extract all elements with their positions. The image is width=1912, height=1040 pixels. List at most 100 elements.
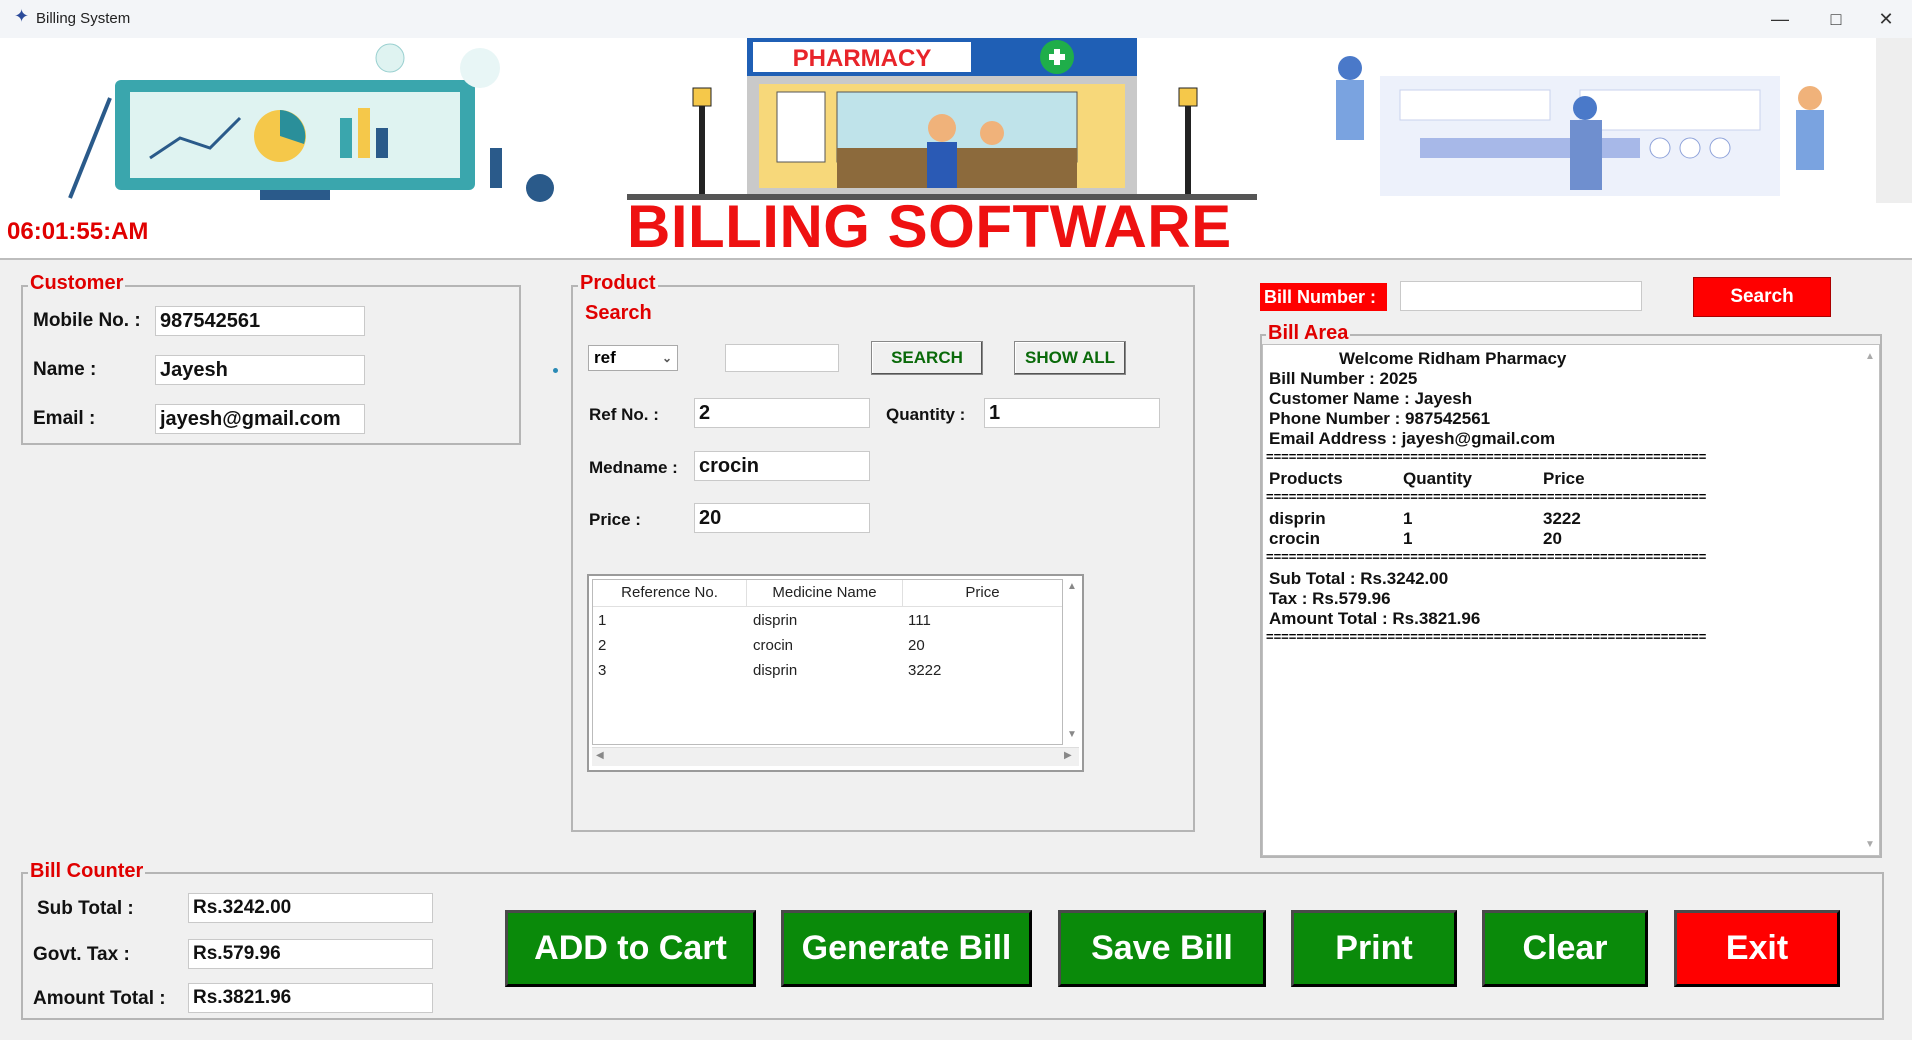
- bill-area-legend: Bill Area: [1266, 322, 1351, 345]
- clear-button[interactable]: Clear: [1482, 910, 1648, 987]
- bill-item-price: 20: [1543, 529, 1562, 548]
- clock-display: 06:01:55:AM: [7, 218, 149, 245]
- bill-item-name: crocin: [1269, 529, 1321, 548]
- bill-col-price: Price: [1543, 469, 1585, 488]
- tax-field[interactable]: Rs.579.96: [188, 939, 433, 969]
- feather-icon: ✦: [14, 6, 30, 26]
- generate-bill-button[interactable]: Generate Bill: [781, 910, 1032, 987]
- price-label: Price :: [589, 510, 641, 529]
- medname-field[interactable]: crocin: [694, 451, 870, 481]
- bill-counter-legend: Bill Counter: [28, 860, 146, 883]
- email-field[interactable]: jayesh@gmail.com: [155, 404, 365, 434]
- bill-text-area[interactable]: Welcome Ridham Pharmacy Bill Number : 20…: [1262, 344, 1880, 856]
- table-cell: 1: [598, 612, 607, 629]
- table-cell: 20: [908, 637, 925, 654]
- search-heading: Search: [585, 302, 652, 324]
- bill-subtotal-line: Sub Total : Rs.3242.00: [1269, 569, 1449, 588]
- ref-label: Ref No. :: [589, 405, 659, 424]
- bill-phone-line: Phone Number : 987542561: [1269, 409, 1491, 428]
- save-bill-button[interactable]: Save Bill: [1058, 910, 1266, 987]
- page-title: BILLING SOFTWARE: [627, 193, 1232, 260]
- subtotal-field[interactable]: Rs.3242.00: [188, 893, 433, 923]
- bill-separator: ========================================…: [1266, 633, 1707, 641]
- bill-item-price: 3222: [1543, 509, 1581, 528]
- table-horizontal-scrollbar[interactable]: ◀ ▶: [592, 747, 1079, 766]
- mobile-field[interactable]: 987542561: [155, 306, 365, 336]
- bill-email-line: Email Address : jayesh@gmail.com: [1269, 429, 1556, 448]
- customer-legend: Customer: [28, 272, 126, 295]
- title-bar: ✦ Billing System — □ ✕: [0, 0, 1912, 39]
- amount-total-label: Amount Total :: [33, 988, 166, 1009]
- bill-number-line: Bill Number : 2025: [1269, 369, 1418, 388]
- search-button[interactable]: SEARCH: [871, 341, 983, 375]
- table-header-cell[interactable]: Reference No.: [593, 580, 747, 606]
- bill-search-button[interactable]: Search: [1693, 277, 1831, 317]
- medname-label: Medname :: [589, 458, 678, 477]
- quantity-field[interactable]: 1: [984, 398, 1160, 428]
- subtotal-label: Sub Total :: [37, 898, 134, 919]
- table-vertical-scrollbar[interactable]: ▲ ▼: [1064, 579, 1080, 745]
- scroll-down-icon[interactable]: ▼: [1865, 839, 1875, 850]
- amount-total-field[interactable]: Rs.3821.96: [188, 983, 433, 1013]
- table-cell: 3: [598, 662, 607, 679]
- scroll-up-icon[interactable]: ▲: [1865, 351, 1875, 362]
- pharmacy-storefront-illustration: PHARMACY: [627, 38, 1257, 200]
- table-cell: 111: [908, 612, 931, 629]
- show-all-button[interactable]: SHOW ALL: [1014, 341, 1126, 375]
- analytics-illustration: [68, 43, 554, 202]
- bill-col-quantity: Quantity: [1403, 469, 1472, 488]
- table-row[interactable]: 1 disprin 111: [593, 610, 1062, 632]
- product-table-viewport: Reference No. Medicine Name Price 1 disp…: [592, 579, 1063, 745]
- tax-label: Govt. Tax :: [33, 944, 130, 965]
- bill-scrollbar[interactable]: ▲ ▼: [1861, 345, 1879, 855]
- scroll-left-icon[interactable]: ◀: [596, 750, 604, 761]
- scroll-right-icon[interactable]: ▶: [1064, 750, 1072, 761]
- price-field[interactable]: 20: [694, 503, 870, 533]
- table-header-cell[interactable]: Medicine Name: [747, 580, 903, 606]
- add-to-cart-button[interactable]: ADD to Cart: [505, 910, 756, 987]
- table-cell: disprin: [753, 612, 798, 629]
- minimize-icon[interactable]: —: [1752, 0, 1808, 38]
- search-input[interactable]: [725, 344, 839, 372]
- medical-team-illustration: [1336, 38, 1912, 203]
- table-cell: disprin: [753, 662, 798, 679]
- print-button[interactable]: Print: [1291, 910, 1457, 987]
- table-cell: 2: [598, 637, 607, 654]
- search-by-value: ref: [594, 348, 616, 367]
- bill-number-input[interactable]: [1400, 281, 1642, 311]
- bill-amount-line: Amount Total : Rs.3821.96: [1269, 609, 1481, 628]
- bill-customer-line: Customer Name : Jayesh: [1269, 389, 1473, 408]
- exit-button[interactable]: Exit: [1674, 910, 1840, 987]
- scroll-up-icon[interactable]: ▲: [1067, 581, 1077, 592]
- scroll-down-icon[interactable]: ▼: [1067, 729, 1077, 740]
- table-header-cell[interactable]: Price: [903, 580, 1062, 606]
- maximize-icon[interactable]: □: [1808, 0, 1864, 38]
- name-field[interactable]: Jayesh: [155, 355, 365, 385]
- bill-item-qty: 1: [1403, 529, 1413, 548]
- search-by-select[interactable]: ref ⌄: [588, 345, 678, 371]
- product-legend: Product: [578, 272, 658, 295]
- bill-separator: ========================================…: [1266, 493, 1707, 501]
- bill-welcome-line: Welcome Ridham Pharmacy: [1339, 349, 1567, 368]
- table-row[interactable]: 2 crocin 20: [593, 635, 1062, 657]
- bill-number-label: Bill Number :: [1260, 283, 1387, 311]
- bill-separator: ========================================…: [1266, 453, 1707, 461]
- table-cell: 3222: [908, 662, 942, 679]
- table-header: Reference No. Medicine Name Price: [593, 580, 1062, 607]
- pharmacy-sign-text: PHARMACY: [793, 45, 932, 72]
- quantity-label: Quantity :: [886, 405, 966, 424]
- name-label: Name :: [33, 359, 97, 380]
- bill-separator: ========================================…: [1266, 553, 1707, 561]
- table-row[interactable]: 3 disprin 3222: [593, 660, 1062, 682]
- bill-tax-line: Tax : Rs.579.96: [1269, 589, 1391, 608]
- mobile-label: Mobile No. :: [33, 310, 141, 331]
- email-label: Email :: [33, 408, 96, 429]
- close-icon[interactable]: ✕: [1858, 0, 1912, 38]
- table-cell: crocin: [753, 637, 794, 654]
- product-table[interactable]: Reference No. Medicine Name Price 1 disp…: [587, 574, 1084, 772]
- bill-item-qty: 1: [1403, 509, 1413, 528]
- bill-col-products: Products: [1269, 469, 1343, 488]
- window-title: Billing System: [36, 10, 131, 27]
- ref-field[interactable]: 2: [694, 398, 870, 428]
- bill-item-name: disprin: [1269, 509, 1326, 528]
